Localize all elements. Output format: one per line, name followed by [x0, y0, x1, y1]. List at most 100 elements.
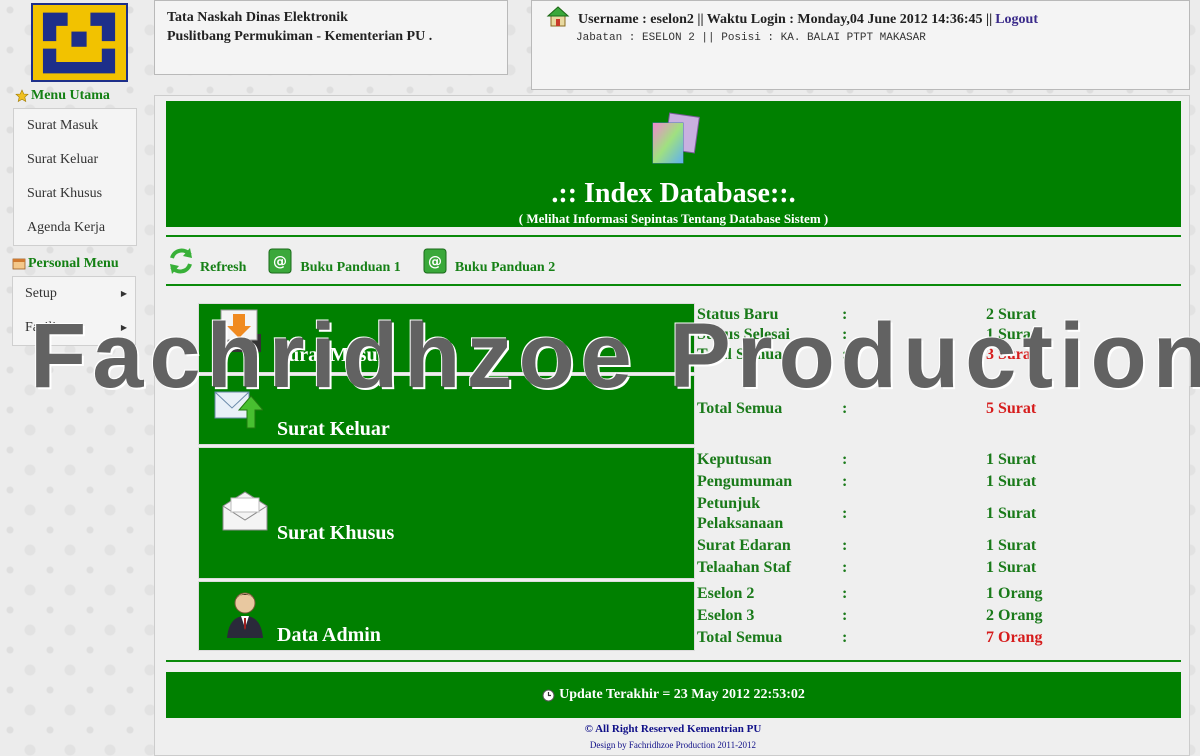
- copyright: © All Right Reserved Kementrian PU: [584, 723, 762, 735]
- stat-label: Telaahan Staf: [697, 559, 792, 576]
- stat-row: Total Semua : 5 Surat: [697, 399, 1177, 419]
- design-credit: Design by Fachridhzoe Production 2011-20…: [589, 740, 757, 750]
- surat-keluar-stats: Total Semua : 5 Surat: [697, 399, 1177, 419]
- menu-item-surat-keluar[interactable]: Surat Keluar: [14, 143, 136, 177]
- stat-colon: :: [842, 306, 848, 323]
- refresh-button[interactable]: Refresh: [166, 246, 246, 276]
- login-info: Username : eselon2 || Waktu Login : Mond…: [578, 12, 993, 27]
- email-book-icon: @: [423, 248, 447, 274]
- personal-menu: Setup ▶ Fasilitas ▶: [12, 276, 136, 346]
- surat-khusus-module[interactable]: Surat Khusus: [198, 447, 695, 579]
- stat-total-value: 3 Surat: [986, 346, 1037, 363]
- menu-utama-label: Menu Utama: [31, 88, 110, 103]
- menu-item-setup[interactable]: Setup ▶: [13, 277, 135, 311]
- stat-colon: :: [842, 559, 848, 576]
- stat-label: Status Baru: [697, 306, 779, 323]
- divider: [166, 284, 1181, 286]
- surat-keluar-module[interactable]: Surat Keluar: [198, 375, 695, 445]
- menu-item-surat-masuk[interactable]: Surat Masuk: [14, 109, 136, 143]
- login-line: Username : eselon2 || Waktu Login : Mond…: [546, 6, 1175, 29]
- update-bar: Update Terakhir = 23 May 2012 22:53:02: [166, 672, 1181, 718]
- data-admin-label: Data Admin: [277, 624, 381, 646]
- menu-utama: Surat Masuk Surat Keluar Surat Khusus Ag…: [13, 108, 137, 246]
- buku-panduan-1-button[interactable]: @ Buku Panduan 1: [266, 246, 401, 276]
- clock-icon: [542, 689, 555, 701]
- update-text: Update Terakhir = 23 May 2012 22:53:02: [559, 687, 805, 702]
- banner-subtitle: ( Melihat Informasi Sepintas Tentang Dat…: [518, 211, 829, 226]
- admin-user-icon: [227, 592, 263, 638]
- email-book-icon: @: [268, 248, 292, 274]
- refresh-label: Refresh: [200, 260, 247, 275]
- refresh-icon: [170, 248, 192, 274]
- buku-panduan-2-button[interactable]: @ Buku Panduan 2: [421, 246, 555, 276]
- stat-row: Petunjuk Pelaksanaan : 1 Surat: [697, 493, 1177, 535]
- banner-title: .:: Index Database::.: [551, 178, 796, 209]
- stat-colon: :: [842, 607, 848, 624]
- app-header: Tata Naskah Dinas Elektronik Puslitbang …: [154, 0, 508, 75]
- mail-send-icon: [214, 391, 263, 429]
- stat-row: Eselon 3 : 2 Orang: [697, 605, 1177, 627]
- divider: [166, 660, 1181, 662]
- chevron-right-icon: ▶: [120, 289, 127, 298]
- personal-menu-title: Personal Menu: [12, 256, 119, 272]
- buku-panduan-2-label: Buku Panduan 2: [454, 260, 556, 275]
- setup-label: Setup: [25, 286, 57, 301]
- stat-label: Keputusan: [697, 451, 772, 468]
- menu-item-agenda-kerja[interactable]: Agenda Kerja: [14, 211, 136, 245]
- stat-row: Keputusan : 1 Surat: [697, 449, 1177, 471]
- stat-label: Total Semua: [697, 400, 783, 417]
- index-banner: .:: Index Database::. ( Melihat Informas…: [166, 101, 1181, 227]
- inbox-download-icon: [217, 309, 261, 352]
- stat-value: 2 Orang: [986, 607, 1043, 624]
- stat-label: Status Selesai: [697, 326, 790, 343]
- stat-label: Petunjuk Pelaksanaan: [697, 495, 784, 532]
- stat-row: Telaahan Staf : 1 Surat: [697, 557, 1177, 579]
- logout-link[interactable]: Logout: [995, 12, 1038, 28]
- menu-item-surat-khusus[interactable]: Surat Khusus: [14, 177, 136, 211]
- stat-value: 1 Surat: [986, 559, 1037, 576]
- fasilitas-label: Fasilitas: [25, 320, 72, 335]
- chevron-right-icon: ▶: [120, 323, 127, 332]
- stat-label: Eselon 3: [697, 607, 755, 624]
- svg-text:@: @: [273, 254, 287, 270]
- stat-colon: :: [842, 451, 848, 468]
- stat-colon: :: [842, 537, 848, 554]
- stat-value: 1 Surat: [986, 326, 1037, 343]
- stat-colon: :: [842, 473, 848, 490]
- surat-masuk-module[interactable]: Surat Masuk: [198, 303, 695, 373]
- library-books-icon: [652, 112, 700, 164]
- star-icon: [15, 89, 29, 103]
- data-admin-module[interactable]: Data Admin: [198, 581, 695, 651]
- stat-colon: :: [842, 400, 848, 417]
- surat-masuk-label: Surat Masuk: [277, 344, 389, 366]
- stat-value: 1 Orang: [986, 585, 1043, 602]
- stat-value: 1 Surat: [986, 537, 1037, 554]
- stat-row: Status Baru : 2 Surat: [697, 305, 1177, 325]
- stat-colon: :: [842, 326, 848, 343]
- stat-value: 1 Surat: [986, 451, 1037, 468]
- main-content: .:: Index Database::. ( Melihat Informas…: [154, 95, 1190, 756]
- stat-total-value: 7 Orang: [986, 629, 1043, 646]
- home-icon[interactable]: [546, 5, 570, 29]
- stat-label: Pengumuman: [697, 473, 793, 490]
- svg-text:@: @: [428, 254, 442, 270]
- envelope-icon: [222, 491, 268, 531]
- pu-logo: [31, 3, 128, 82]
- divider: [166, 235, 1181, 237]
- pu-logo-icon: [33, 5, 126, 80]
- org-name: Puslitbang Permukiman - Kementerian PU .: [167, 29, 433, 44]
- stat-row: Eselon 2 : 1 Orang: [697, 583, 1177, 605]
- stat-total-value: 5 Surat: [986, 400, 1037, 417]
- stat-value: 2 Surat: [986, 306, 1037, 323]
- stat-row: Status Selesai : 1 Surat: [697, 325, 1177, 345]
- surat-masuk-stats: Status Baru : 2 Surat Status Selesai : 1…: [697, 305, 1177, 365]
- data-admin-stats: Eselon 2 : 1 Orang Eselon 3 : 2 Orang To…: [697, 583, 1177, 649]
- surat-keluar-label: Surat Keluar: [277, 418, 390, 440]
- stat-label: Surat Edaran: [697, 537, 791, 554]
- jabatan-info: Jabatan : ESELON 2 || Posisi : KA. BALAI…: [576, 32, 926, 44]
- menu-utama-title: Menu Utama: [15, 88, 110, 104]
- stat-row: Surat Edaran : 1 Surat: [697, 535, 1177, 557]
- menu-item-fasilitas[interactable]: Fasilitas ▶: [13, 311, 135, 345]
- stat-label: Eselon 2: [697, 585, 755, 602]
- stat-value: 1 Surat: [986, 505, 1037, 522]
